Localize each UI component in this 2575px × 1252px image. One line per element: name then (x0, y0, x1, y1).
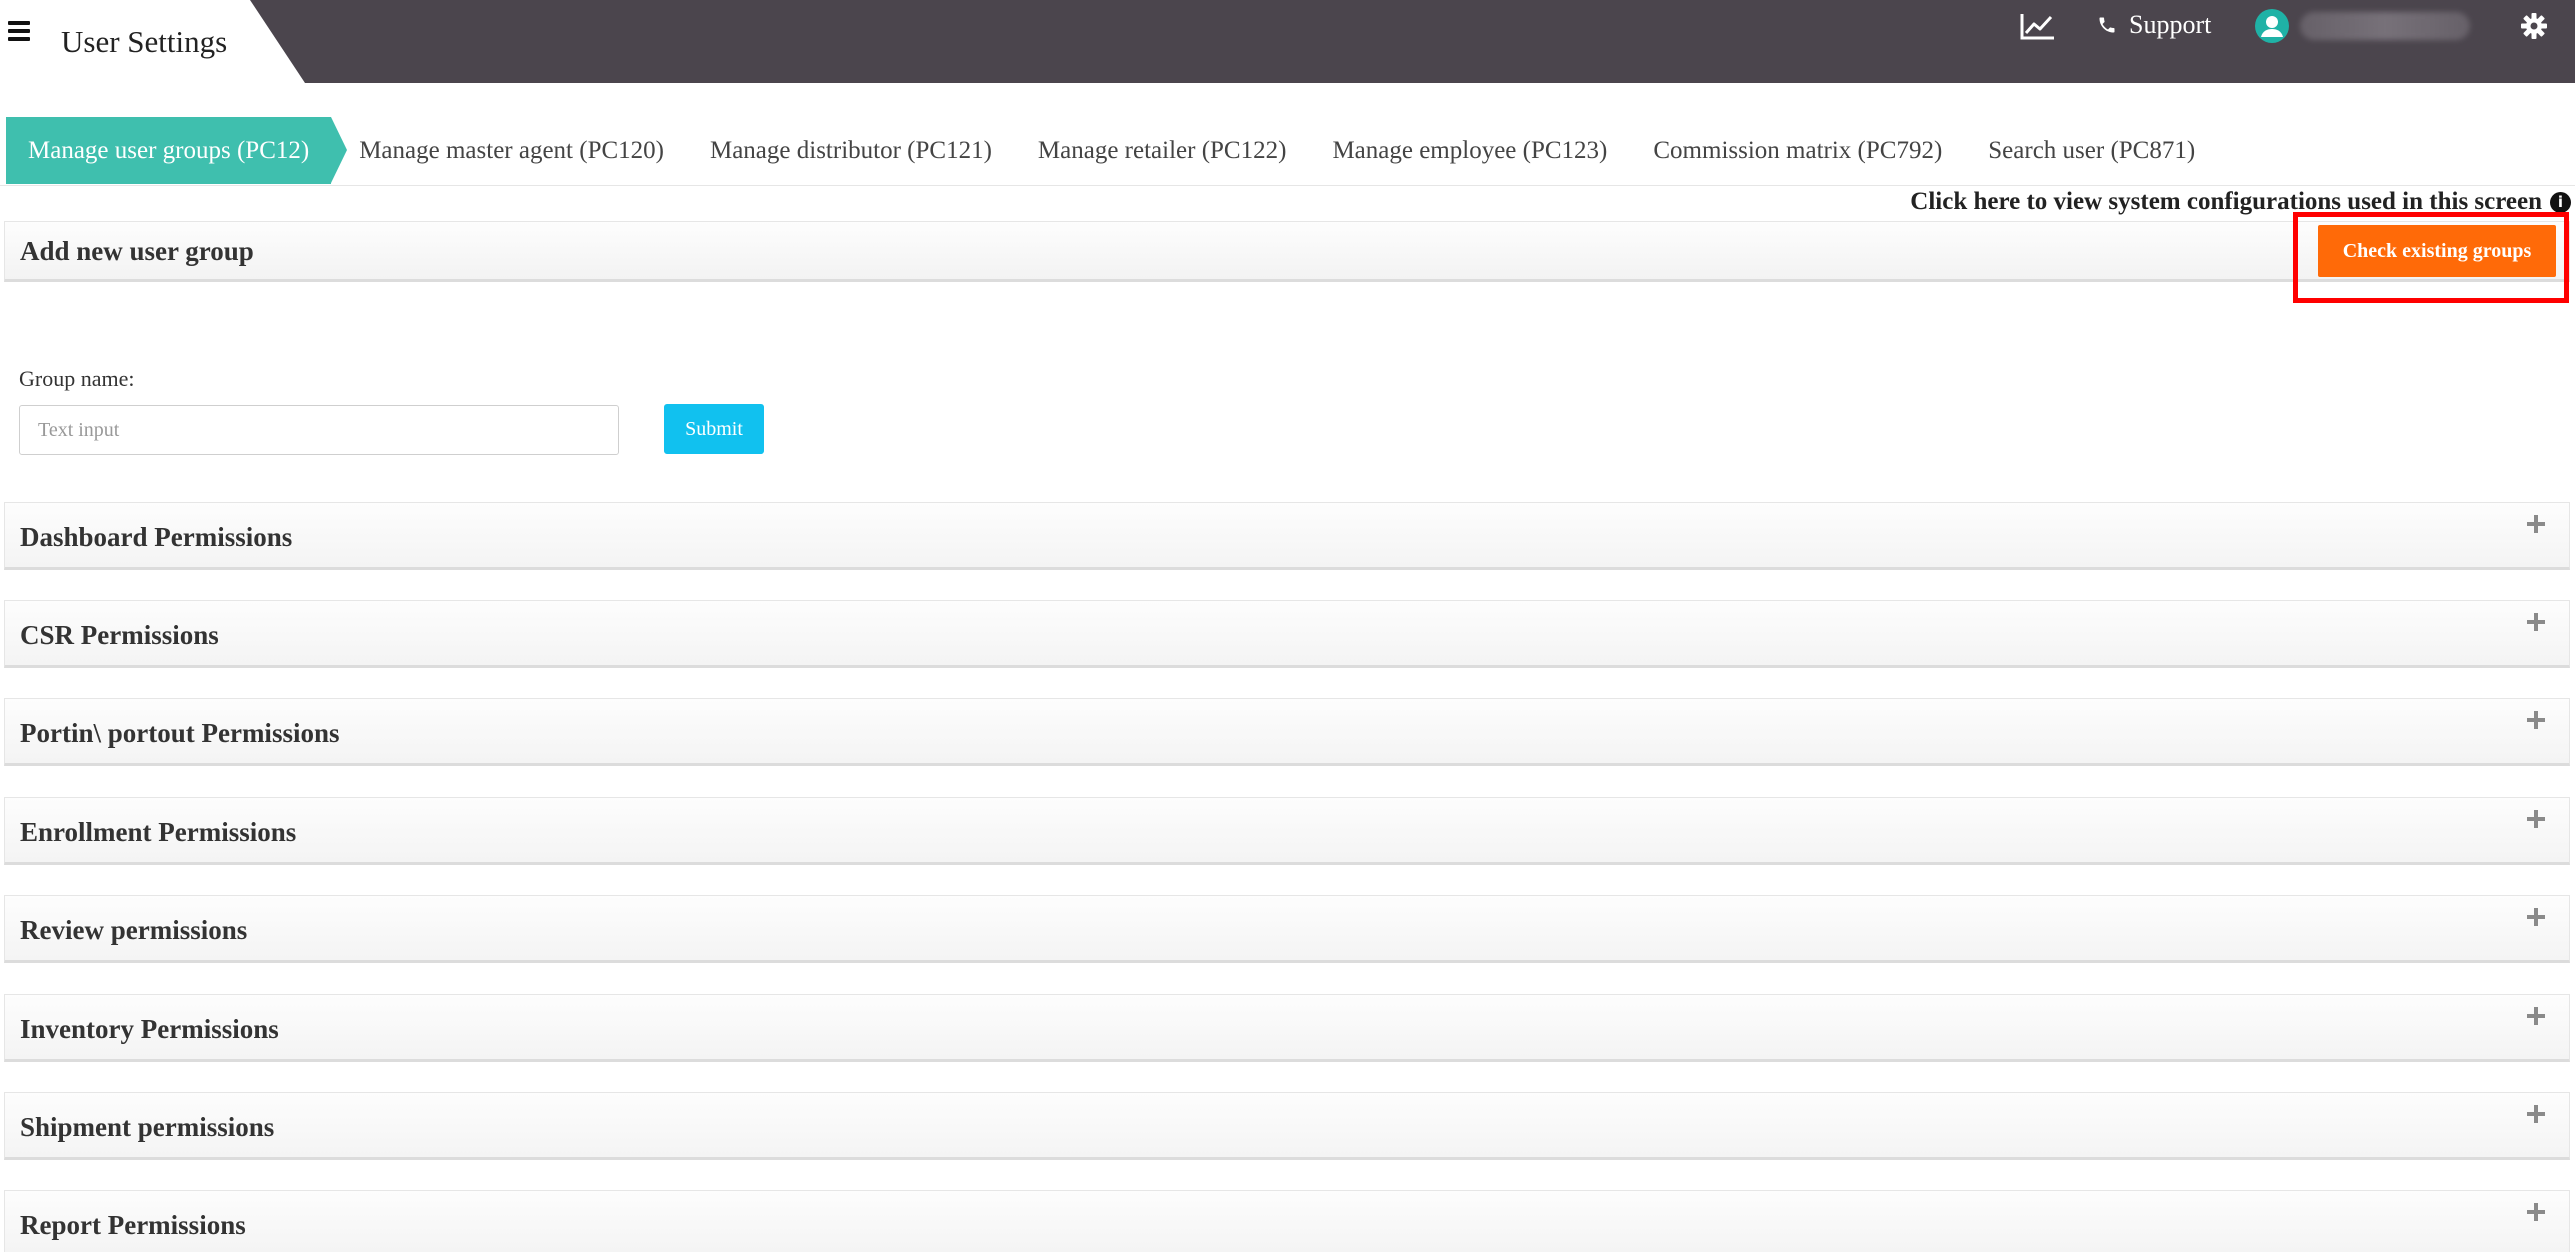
tab-search-user[interactable]: Search user (PC871) (1965, 117, 2218, 184)
line-chart-icon[interactable] (2020, 12, 2056, 40)
info-icon: i (2550, 191, 2571, 213)
accordion-title: Enrollment Permissions (20, 817, 297, 847)
plus-icon[interactable] (2527, 613, 2545, 631)
accordion-inventory-permissions[interactable]: Inventory Permissions (4, 994, 2570, 1062)
accordion-title: Report Permissions (20, 1210, 246, 1240)
plus-icon[interactable] (2527, 1203, 2545, 1221)
tab-manage-employee[interactable]: Manage employee (PC123) (1309, 117, 1630, 184)
tab-manage-user-groups[interactable]: Manage user groups (PC12) (6, 117, 348, 184)
check-existing-groups-button[interactable]: Check existing groups (2318, 225, 2556, 277)
plus-icon[interactable] (2527, 810, 2545, 828)
page-title: User Settings (61, 24, 228, 59)
gear-icon[interactable] (2520, 12, 2548, 40)
accordion-title: Dashboard Permissions (20, 522, 293, 552)
accordion-title: Review permissions (20, 915, 248, 945)
plus-icon[interactable] (2527, 908, 2545, 926)
tab-manage-master-agent[interactable]: Manage master agent (PC120) (331, 117, 687, 184)
accordion-title: Portin\ portout Permissions (20, 718, 340, 748)
user-name-redacted[interactable] (2300, 12, 2470, 40)
tabs-divider (0, 185, 2575, 186)
tab-commission-matrix[interactable]: Commission matrix (PC792) (1630, 117, 1965, 184)
accordion-portin-portout-permissions[interactable]: Portin\ portout Permissions (4, 698, 2570, 766)
plus-icon[interactable] (2527, 1007, 2545, 1025)
group-name-label: Group name: (19, 366, 135, 391)
user-avatar-icon[interactable] (2255, 9, 2289, 43)
tab-manage-retailer[interactable]: Manage retailer (PC122) (1015, 117, 1310, 184)
accordion-csr-permissions[interactable]: CSR Permissions (4, 600, 2570, 668)
submit-button[interactable]: Submit (664, 404, 764, 454)
add-user-group-title: Add new user group (20, 236, 254, 266)
group-name-input[interactable] (19, 405, 619, 455)
tab-manage-distributor[interactable]: Manage distributor (PC121) (687, 117, 1015, 184)
tab-bar: Manage user groups (PC12) Manage master … (6, 117, 2218, 184)
phone-icon (2099, 17, 2115, 33)
accordion-enrollment-permissions[interactable]: Enrollment Permissions (4, 797, 2570, 865)
accordion-title: CSR Permissions (20, 620, 219, 650)
support-label: Support (2129, 10, 2212, 39)
plus-icon[interactable] (2527, 515, 2545, 533)
support-link[interactable]: Support (2097, 10, 2211, 40)
add-user-group-panel-header: Add new user group (4, 221, 2570, 282)
plus-icon[interactable] (2527, 711, 2545, 729)
plus-icon[interactable] (2527, 1105, 2545, 1123)
accordion-review-permissions[interactable]: Review permissions (4, 895, 2570, 963)
accordion-shipment-permissions[interactable]: Shipment permissions (4, 1092, 2570, 1160)
accordion-report-permissions[interactable]: Report Permissions (4, 1190, 2570, 1252)
top-header-bar: User Settings Support (0, 0, 2575, 83)
hamburger-menu-icon[interactable] (8, 20, 30, 42)
accordion-dashboard-permissions[interactable]: Dashboard Permissions (4, 502, 2570, 570)
accordion-title: Inventory Permissions (20, 1014, 279, 1044)
accordion-title: Shipment permissions (20, 1112, 275, 1142)
